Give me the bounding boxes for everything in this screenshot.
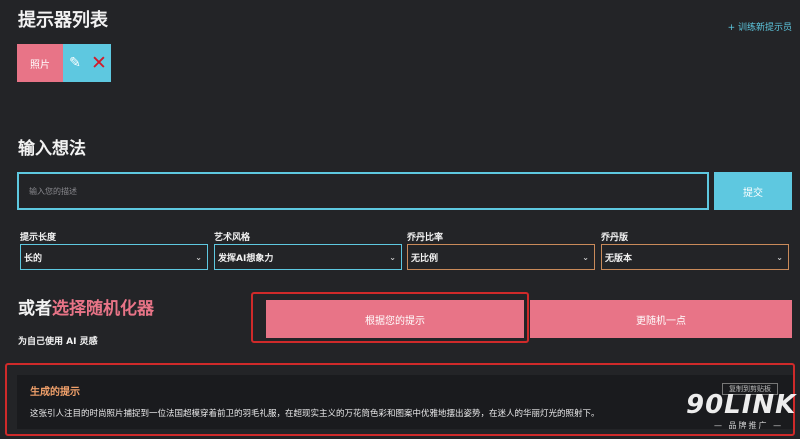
prompt-length-label: 提示长度 bbox=[20, 233, 57, 243]
edit-button[interactable]: ✎ bbox=[63, 44, 87, 82]
close-icon: ✕ bbox=[91, 52, 107, 74]
version-select[interactable]: 无版本 ⌄ bbox=[601, 244, 789, 270]
chevron-down-icon: ⌄ bbox=[195, 252, 202, 262]
pencil-icon: ✎ bbox=[69, 55, 81, 71]
prompt-length-select[interactable]: 长的 ⌄ bbox=[20, 244, 208, 270]
prompter-chip: 照片 ✎ ✕ bbox=[17, 44, 111, 82]
aspect-ratio-value: 无比例 bbox=[411, 253, 439, 264]
chevron-down-icon: ⌄ bbox=[776, 252, 783, 262]
based-on-prompt-button[interactable]: 根据您的提示 bbox=[266, 300, 524, 338]
aspect-ratio-select[interactable]: 无比例 ⌄ bbox=[407, 244, 595, 270]
train-new-prompter-link[interactable]: + 训练新提示员 bbox=[728, 20, 792, 33]
page-title: 提示器列表 bbox=[18, 10, 108, 31]
prompt-length-value: 长的 bbox=[24, 253, 43, 264]
art-style-label: 艺术风格 bbox=[214, 233, 251, 243]
submit-button[interactable]: 提交 bbox=[714, 172, 792, 210]
art-style-value: 发挥AI想象力 bbox=[218, 253, 274, 264]
idea-input[interactable] bbox=[17, 172, 709, 210]
input-section-title: 输入想法 bbox=[18, 139, 86, 159]
delete-button[interactable]: ✕ bbox=[87, 44, 111, 82]
chevron-down-icon: ⌄ bbox=[389, 252, 396, 262]
art-style-select[interactable]: 发挥AI想象力 ⌄ bbox=[214, 244, 402, 270]
aspect-ratio-label: 乔丹比率 bbox=[407, 233, 444, 243]
generated-prompt-text: 这张引人注目的时尚照片捕捉到一位法国超模穿着前卫的羽毛礼服，在超现实主义的万花筒… bbox=[30, 409, 600, 419]
randomizer-subtitle: 为自己使用 AI 灵感 bbox=[18, 337, 98, 347]
randomizer-title-highlight: 选择随机化器 bbox=[52, 299, 154, 319]
chevron-down-icon: ⌄ bbox=[582, 252, 589, 262]
version-value: 无版本 bbox=[605, 253, 633, 264]
prompter-chip-label[interactable]: 照片 bbox=[17, 44, 63, 82]
generated-prompt-title: 生成的提示 bbox=[30, 387, 80, 398]
more-random-button[interactable]: 更随机一点 bbox=[530, 300, 792, 338]
generated-prompt-panel bbox=[17, 375, 793, 429]
randomizer-title-prefix: 或者 bbox=[18, 299, 52, 319]
version-label: 乔丹版 bbox=[601, 233, 629, 243]
copy-to-clipboard-button[interactable]: 复制到剪贴板 bbox=[722, 383, 778, 395]
randomizer-title: 或者选择随机化器 bbox=[18, 294, 154, 319]
